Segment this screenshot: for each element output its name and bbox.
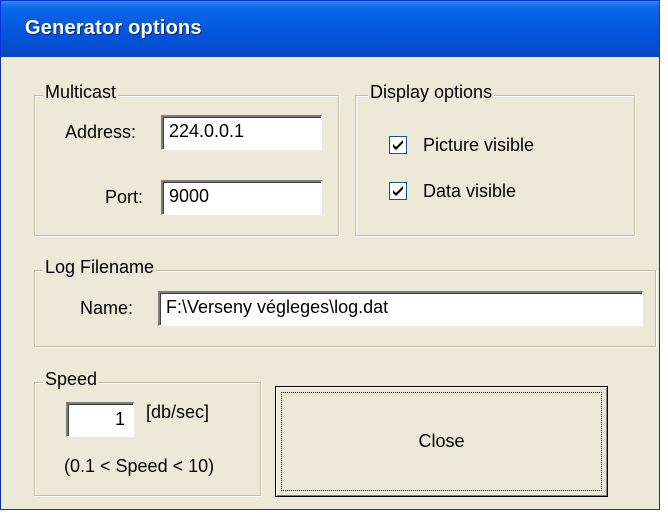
speed-range-hint: (0.1 < Speed < 10) bbox=[64, 456, 215, 476]
speed-group: Speed bbox=[34, 369, 261, 496]
display-options-legend: Display options bbox=[368, 82, 495, 103]
port-input[interactable]: 9000 bbox=[161, 180, 322, 215]
checkmark-icon bbox=[393, 186, 403, 196]
speed-unit-label: [db/sec] bbox=[146, 402, 210, 422]
multicast-legend: Multicast bbox=[43, 82, 119, 103]
picture-visible-checkbox[interactable] bbox=[389, 136, 407, 154]
data-visible-label[interactable]: Data visible bbox=[423, 181, 516, 202]
data-visible-checkbox[interactable] bbox=[389, 182, 407, 200]
picture-visible-label[interactable]: Picture visible bbox=[423, 135, 534, 156]
checkmark-icon bbox=[393, 140, 403, 150]
address-input[interactable]: 224.0.0.1 bbox=[161, 115, 322, 150]
log-filename-legend: Log Filename bbox=[43, 257, 157, 278]
address-label: Address: bbox=[65, 122, 137, 142]
generator-options-dialog: Generator options Multicast Address: 224… bbox=[0, 0, 660, 510]
window-title: Generator options bbox=[25, 17, 202, 39]
close-button-label: Close bbox=[418, 431, 465, 451]
log-filename-input[interactable]: F:\Verseny végleges\log.dat bbox=[158, 291, 643, 326]
title-bar[interactable]: Generator options bbox=[1, 1, 659, 57]
log-name-label: Name: bbox=[80, 298, 134, 318]
speed-legend: Speed bbox=[43, 369, 100, 390]
port-label: Port: bbox=[105, 187, 144, 207]
close-button[interactable]: Close bbox=[275, 386, 608, 497]
display-options-group: Display options bbox=[355, 82, 635, 236]
speed-input[interactable]: 1 bbox=[66, 402, 134, 437]
